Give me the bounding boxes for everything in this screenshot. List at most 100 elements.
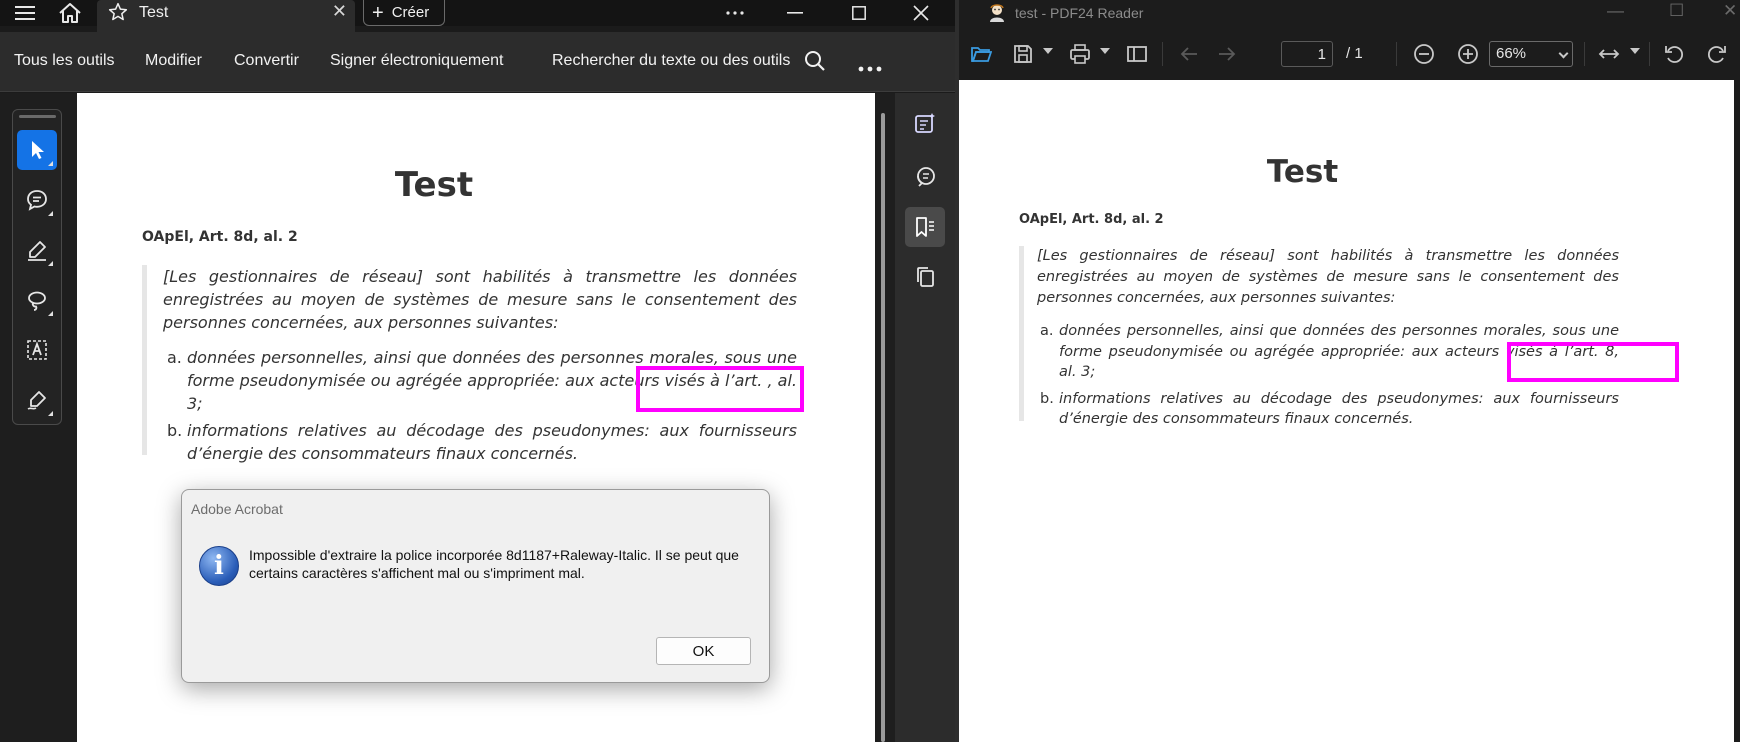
doc-intro: [Les gestionnaires de réseau] sont habil… bbox=[163, 267, 797, 332]
bookmark-icon bbox=[916, 217, 934, 237]
comments-panel-button[interactable] bbox=[905, 157, 945, 197]
zoom-in-icon[interactable] bbox=[1456, 42, 1480, 66]
sign-tool[interactable] bbox=[17, 380, 57, 420]
more-icon[interactable] bbox=[722, 0, 748, 26]
more-indicator-icon bbox=[48, 311, 53, 316]
tool-palette bbox=[12, 109, 62, 425]
text-select-icon bbox=[27, 340, 47, 360]
search-icon[interactable] bbox=[804, 50, 826, 77]
toolbar-separator bbox=[1584, 42, 1585, 66]
doc-reference: OApEl, Art. 8d, al. 2 bbox=[1019, 212, 1164, 227]
pdf24-titlebar: test - PDF24 Reader — ☐ ✕ bbox=[959, 0, 1740, 26]
text-select-tool[interactable] bbox=[17, 330, 57, 370]
dialog-title: Adobe Acrobat bbox=[191, 501, 283, 517]
doc-reference: OApEl, Art. 8d, al. 2 bbox=[142, 229, 298, 245]
sign-icon bbox=[27, 391, 46, 410]
pdf24-app-icon bbox=[990, 4, 1004, 22]
pdf24-document-page[interactable]: Test OApEl, Art. 8d, al. 2 [Les gestionn… bbox=[959, 80, 1734, 742]
zoom-select[interactable]: 66% bbox=[1489, 41, 1573, 67]
pointer-icon bbox=[32, 141, 44, 159]
left-tools-rail bbox=[0, 93, 77, 742]
pdf24-window-title: test - PDF24 Reader bbox=[1015, 5, 1144, 21]
lasso-tool[interactable] bbox=[17, 280, 57, 320]
pdf24-toolbar: / 1 66% bbox=[959, 26, 1740, 80]
pen-icon bbox=[28, 241, 46, 261]
lasso-icon bbox=[28, 291, 46, 311]
dialog-message: Impossible d'extraire la police incorpor… bbox=[249, 547, 739, 581]
page-total: / 1 bbox=[1346, 45, 1363, 62]
list-item: b. informations relatives au décodage des… bbox=[163, 419, 797, 465]
doc-intro: [Les gestionnaires de réseau] sont habil… bbox=[1037, 248, 1619, 306]
comment-icon bbox=[27, 190, 47, 211]
pages-panel-button[interactable] bbox=[905, 257, 945, 297]
toolbar-separator bbox=[1649, 42, 1650, 66]
list-marker: b. bbox=[167, 421, 183, 440]
list-item: b. informations relatives au décodage des… bbox=[1037, 389, 1619, 430]
rotate-right-icon[interactable] bbox=[1705, 42, 1729, 66]
zoom-value: 66% bbox=[1496, 45, 1527, 62]
pointer-tool[interactable] bbox=[17, 130, 57, 170]
tab-label: Test bbox=[139, 4, 169, 21]
hamburger-icon[interactable] bbox=[12, 0, 38, 26]
edit-button[interactable]: Modifier bbox=[145, 52, 202, 70]
palette-grip[interactable] bbox=[19, 115, 56, 118]
arrow-right-icon[interactable] bbox=[1215, 42, 1239, 66]
open-folder-icon[interactable] bbox=[969, 42, 993, 66]
fit-dropdown-icon[interactable] bbox=[1630, 48, 1640, 54]
list-item-text: informations relatives au décodage des p… bbox=[1059, 390, 1619, 428]
minimize-icon[interactable]: — bbox=[1607, 1, 1624, 21]
ai-assistant-button[interactable] bbox=[905, 103, 945, 143]
create-label: Créer bbox=[391, 4, 430, 21]
acrobat-window: Test ✕ + Créer Tous les outils Modifier … bbox=[0, 0, 955, 742]
zoom-out-icon[interactable] bbox=[1412, 42, 1436, 66]
chevron-down-icon bbox=[1558, 48, 1569, 59]
highlight-box bbox=[1507, 342, 1679, 382]
comment-tool[interactable] bbox=[17, 180, 57, 220]
scrollbar-thumb[interactable] bbox=[881, 113, 885, 742]
print-icon[interactable] bbox=[1068, 42, 1092, 66]
doc-title: Test bbox=[394, 165, 474, 205]
search-tools-button[interactable]: Rechercher du texte ou des outils bbox=[552, 52, 790, 70]
rotate-left-icon[interactable] bbox=[1662, 42, 1686, 66]
pdf24-window: test - PDF24 Reader — ☐ ✕ / 1 bbox=[955, 0, 1740, 742]
close-icon[interactable]: ✕ bbox=[1723, 1, 1737, 21]
star-icon[interactable] bbox=[108, 2, 128, 22]
vertical-scrollbar[interactable] bbox=[875, 93, 895, 742]
sidebar-icon[interactable] bbox=[1125, 42, 1149, 66]
maximize-icon[interactable]: ☐ bbox=[1669, 1, 1684, 21]
esign-button[interactable]: Signer électroniquement bbox=[330, 52, 503, 70]
list-marker: a. bbox=[1040, 323, 1054, 339]
save-icon[interactable] bbox=[1011, 42, 1035, 66]
close-icon[interactable] bbox=[908, 0, 934, 26]
convert-button[interactable]: Convertir bbox=[234, 52, 299, 70]
list-marker: a. bbox=[167, 348, 182, 367]
create-button[interactable]: + Créer bbox=[363, 0, 445, 26]
doc-title: Test bbox=[1266, 154, 1339, 190]
plus-icon: + bbox=[372, 1, 384, 24]
more-indicator-icon bbox=[48, 211, 53, 216]
bookmarks-panel-button[interactable] bbox=[905, 207, 945, 247]
maximize-icon[interactable] bbox=[846, 0, 872, 26]
minimize-icon[interactable] bbox=[782, 0, 808, 26]
ok-button[interactable]: OK bbox=[656, 637, 751, 665]
home-icon[interactable] bbox=[56, 0, 84, 26]
draw-tool[interactable] bbox=[17, 230, 57, 270]
highlight-box bbox=[636, 366, 804, 412]
more-indicator-icon bbox=[48, 261, 53, 266]
fit-width-icon[interactable] bbox=[1597, 42, 1621, 66]
font-warning-dialog: Adobe Acrobat i Impossible d'extraire la… bbox=[181, 489, 770, 683]
all-tools-button[interactable]: Tous les outils bbox=[14, 52, 115, 70]
tab-test[interactable]: Test ✕ bbox=[97, 0, 355, 32]
save-dropdown-icon[interactable] bbox=[1043, 48, 1053, 54]
toolbar-separator bbox=[1396, 42, 1397, 66]
acrobat-toolbar: Tous les outils Modifier Convertir Signe… bbox=[0, 32, 955, 92]
list-item-text: informations relatives au décodage des p… bbox=[187, 421, 797, 463]
arrow-left-icon[interactable] bbox=[1177, 42, 1201, 66]
right-tools-rail bbox=[895, 93, 955, 742]
tab-close-icon[interactable]: ✕ bbox=[332, 1, 347, 22]
more-options-icon[interactable] bbox=[858, 59, 882, 77]
page-number-input[interactable] bbox=[1281, 41, 1333, 67]
list-marker: b. bbox=[1040, 390, 1054, 407]
print-dropdown-icon[interactable] bbox=[1100, 48, 1110, 54]
doc-blockquote: [Les gestionnaires de réseau] sont habil… bbox=[1019, 246, 1619, 427]
